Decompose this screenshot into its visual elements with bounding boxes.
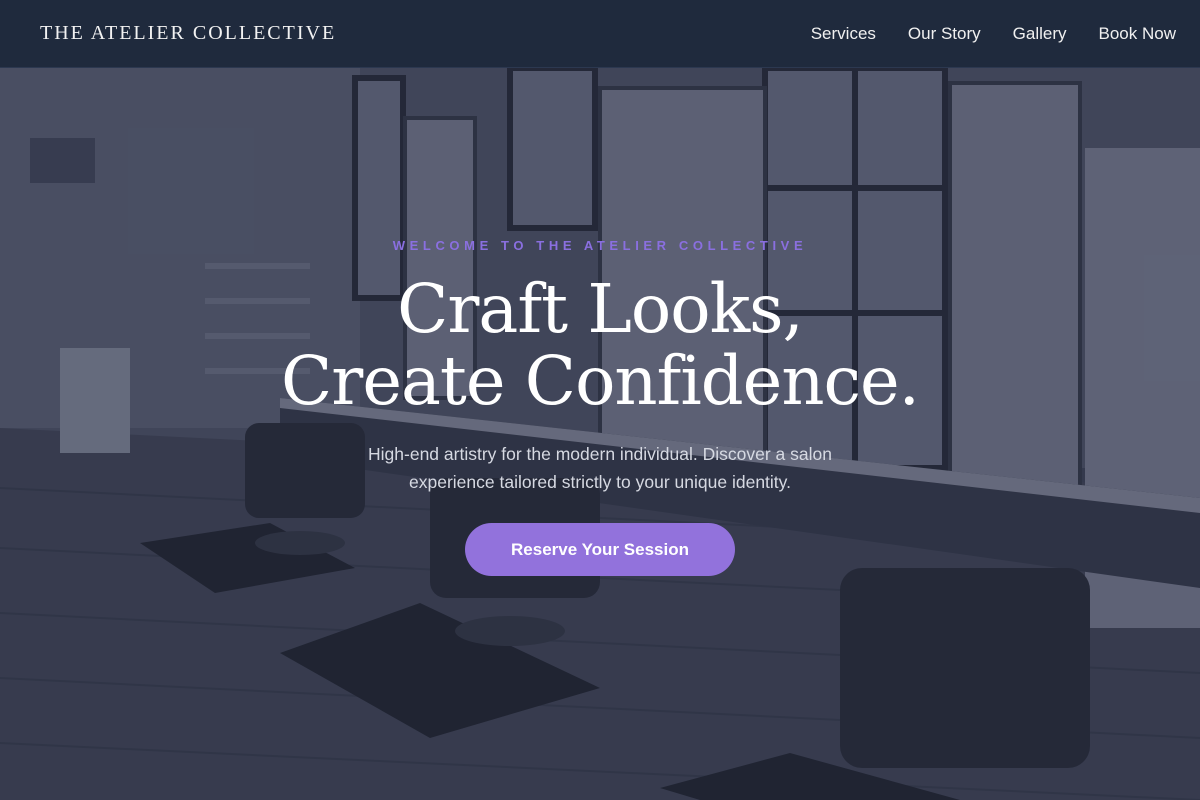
nav-link-gallery[interactable]: Gallery — [1013, 24, 1067, 44]
hero-headline: Craft Looks, Create Confidence. — [0, 273, 1200, 417]
navbar: THE ATELIER COLLECTIVE Services Our Stor… — [0, 0, 1200, 68]
hero-headline-line-2: Create Confidence. — [281, 342, 920, 420]
nav-link-our-story[interactable]: Our Story — [908, 24, 981, 44]
nav-link-services[interactable]: Services — [811, 24, 876, 44]
reserve-session-button[interactable]: Reserve Your Session — [465, 523, 735, 576]
nav-link-book-now[interactable]: Book Now — [1099, 24, 1176, 44]
nav-links: Services Our Story Gallery Book Now — [811, 24, 1176, 44]
brand-logo[interactable]: THE ATELIER COLLECTIVE — [40, 22, 336, 45]
hero-headline-line-1: Craft Looks, — [397, 270, 804, 348]
hero-eyebrow: WELCOME TO THE ATELIER COLLECTIVE — [392, 238, 808, 253]
hero-overlay — [0, 68, 1200, 800]
hero-section: WELCOME TO THE ATELIER COLLECTIVE Craft … — [0, 68, 1200, 800]
hero-subtext: High-end artistry for the modern individ… — [368, 444, 832, 492]
